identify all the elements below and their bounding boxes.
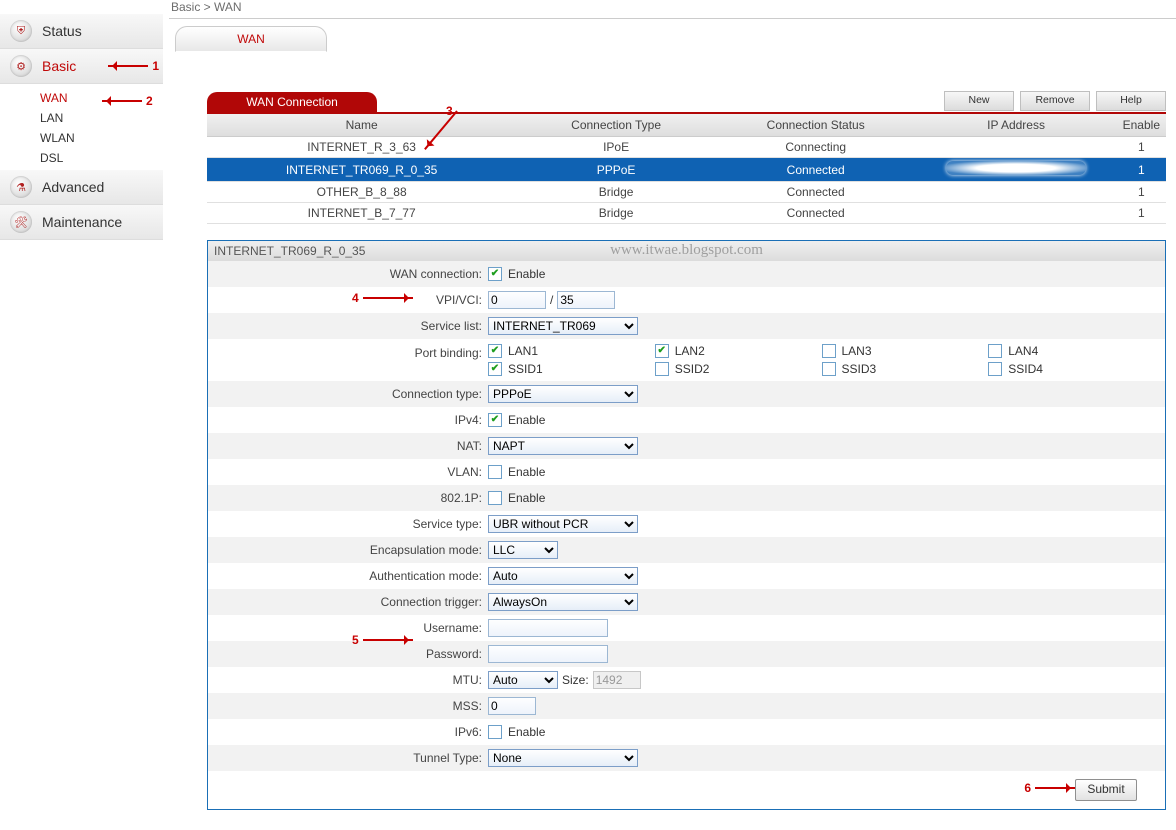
table-row[interactable]: INTERNET_B_7_77 Bridge Connected 1 <box>207 203 1166 224</box>
ipv6-checkbox[interactable] <box>488 725 502 739</box>
vci-input[interactable] <box>557 291 615 309</box>
col-enable: Enable <box>1117 114 1166 137</box>
p8021-checkbox[interactable] <box>488 491 502 505</box>
lan2-checkbox[interactable] <box>655 344 669 358</box>
table-row[interactable]: OTHER_B_8_88 Bridge Connected 1 <box>207 182 1166 203</box>
encap-select[interactable]: LLC <box>488 541 558 559</box>
ipv4-checkbox[interactable] <box>488 413 502 427</box>
sidebar-item-label: Advanced <box>42 179 104 195</box>
section-title: WAN Connection <box>207 92 377 112</box>
detail-box: INTERNET_TR069_R_0_35 www.itwae.blogspot… <box>207 240 1166 810</box>
wan-enable-checkbox[interactable] <box>488 267 502 281</box>
ip-hidden <box>946 161 1086 175</box>
username-input[interactable] <box>488 619 608 637</box>
table-row[interactable]: INTERNET_R_3_63 IPoE Connecting 1 <box>207 137 1166 158</box>
lan4-checkbox[interactable] <box>988 344 1002 358</box>
tab-wan[interactable]: WAN <box>175 26 327 52</box>
sidebar-item-advanced[interactable]: ⚗ Advanced <box>0 170 163 205</box>
wan-table: Name Connection Type Connection Status I… <box>207 114 1166 224</box>
maintenance-icon: 🛠 <box>10 211 32 233</box>
content: WAN Connection New Remove Help Name Conn… <box>169 61 1176 810</box>
col-cstatus: Connection Status <box>716 114 916 137</box>
vlan-checkbox[interactable] <box>488 465 502 479</box>
service-type-select[interactable]: UBR without PCR <box>488 515 638 533</box>
main: Basic > WAN WAN WAN Connection New Remov… <box>163 0 1176 830</box>
auth-select[interactable]: Auto <box>488 567 638 585</box>
trigger-select[interactable]: AlwaysOn <box>488 593 638 611</box>
sidebar-item-label: Status <box>42 23 82 39</box>
password-input[interactable] <box>488 645 608 663</box>
tunnel-select[interactable]: None <box>488 749 638 767</box>
lan1-checkbox[interactable] <box>488 344 502 358</box>
conn-type-select[interactable]: PPPoE <box>488 385 638 403</box>
mtu-select[interactable]: Auto <box>488 671 558 689</box>
new-button[interactable]: New <box>944 91 1014 111</box>
submenu-item-wan[interactable]: WAN 2 <box>40 88 163 108</box>
sidebar-item-basic[interactable]: ⚙ Basic 1 <box>0 49 163 84</box>
gear-icon: ⚙ <box>10 55 32 77</box>
nat-select[interactable]: NAPT <box>488 437 638 455</box>
ssid3-checkbox[interactable] <box>822 362 836 376</box>
submenu-item-wlan[interactable]: WLAN <box>40 128 163 148</box>
submenu-item-lan[interactable]: LAN <box>40 108 163 128</box>
col-ip: IP Address <box>916 114 1117 137</box>
sidebar-item-maintenance[interactable]: 🛠 Maintenance <box>0 205 163 240</box>
vpi-input[interactable] <box>488 291 546 309</box>
basic-submenu: WAN 2 LAN WLAN DSL <box>0 84 163 170</box>
sidebar-item-label: Maintenance <box>42 214 122 230</box>
ssid2-checkbox[interactable] <box>655 362 669 376</box>
remove-button[interactable]: Remove <box>1020 91 1090 111</box>
col-ctype: Connection Type <box>516 114 716 137</box>
mss-input[interactable] <box>488 697 536 715</box>
sidebar: ⛨ Status ⚙ Basic 1 WAN 2 LAN WLAN DSL ⚗ … <box>0 0 163 830</box>
col-name: Name <box>207 114 516 137</box>
service-list-select[interactable]: INTERNET_TR069 <box>488 317 638 335</box>
ssid4-checkbox[interactable] <box>988 362 1002 376</box>
watermark: www.itwae.blogspot.com <box>610 242 763 259</box>
status-icon: ⛨ <box>10 20 32 42</box>
table-row-selected[interactable]: INTERNET_TR069_R_0_35 PPPoE Connected 1 <box>207 158 1166 182</box>
help-button[interactable]: Help <box>1096 91 1166 111</box>
mtu-size-input <box>593 671 641 689</box>
submenu-item-dsl[interactable]: DSL <box>40 148 163 168</box>
advanced-icon: ⚗ <box>10 176 32 198</box>
submit-button[interactable]: Submit <box>1075 779 1137 801</box>
tab-row: WAN <box>169 19 1176 61</box>
sidebar-item-label: Basic <box>42 58 76 74</box>
breadcrumb: Basic > WAN <box>169 0 1176 19</box>
detail-title: INTERNET_TR069_R_0_35 www.itwae.blogspot… <box>208 241 1165 261</box>
lan3-checkbox[interactable] <box>822 344 836 358</box>
ssid1-checkbox[interactable] <box>488 362 502 376</box>
sidebar-item-status[interactable]: ⛨ Status <box>0 14 163 49</box>
